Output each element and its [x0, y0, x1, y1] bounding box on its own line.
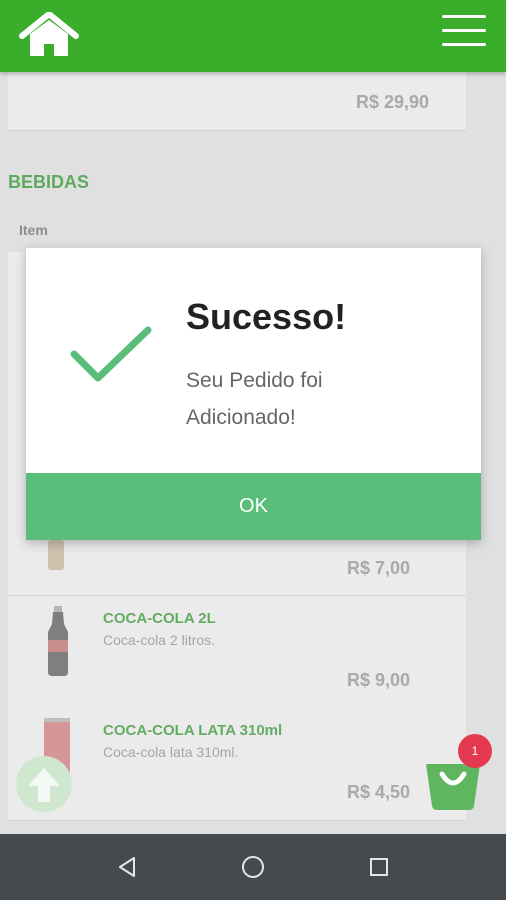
app-bar — [0, 0, 506, 72]
checkmark-icon — [70, 326, 152, 382]
ok-button[interactable]: OK — [26, 473, 481, 540]
home-icon[interactable] — [18, 11, 80, 60]
recents-icon[interactable] — [349, 834, 409, 900]
dialog-message: Seu Pedido foi Adicionado! — [186, 369, 323, 429]
home-circle-icon[interactable] — [223, 834, 283, 900]
arrow-up-icon — [28, 768, 60, 802]
scroll-top-button[interactable] — [16, 756, 72, 812]
back-icon[interactable] — [97, 834, 157, 900]
success-dialog: Sucesso! Seu Pedido foi Adicionado! OK — [26, 248, 481, 540]
cart-count-badge: 1 — [458, 734, 492, 768]
hamburger-menu-icon[interactable] — [442, 14, 486, 48]
dialog-title: Sucesso! — [186, 296, 347, 337]
system-nav-bar — [0, 834, 506, 900]
